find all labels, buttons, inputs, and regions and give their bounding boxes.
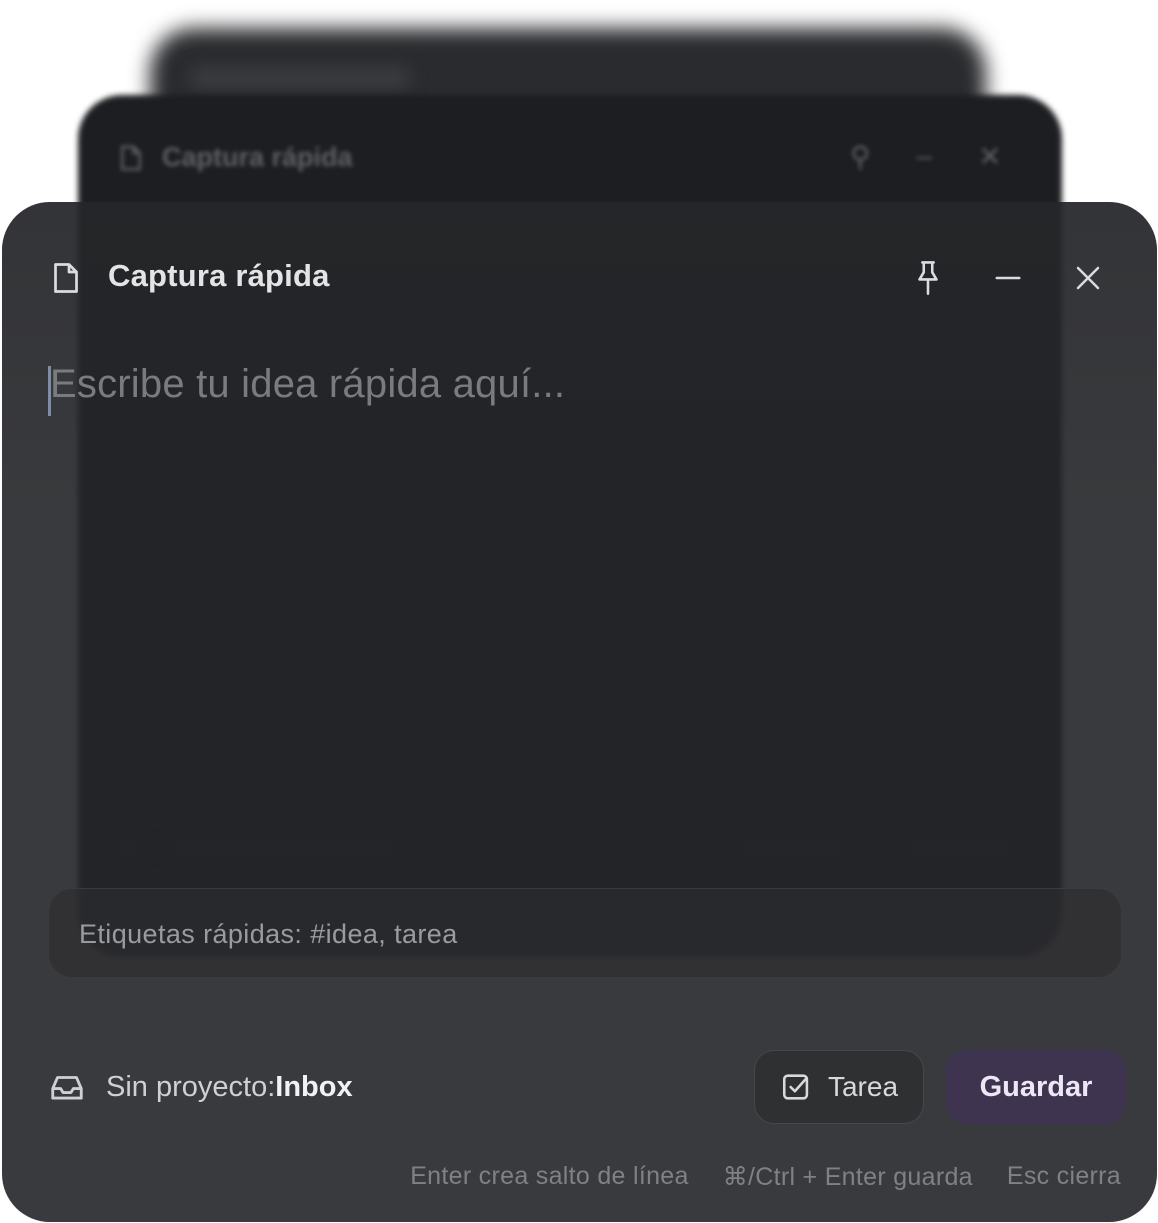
save-button-label: Guardar (979, 1070, 1093, 1103)
task-button-label: Tarea (827, 1071, 899, 1102)
background-pin-icon: ⚲ (850, 141, 871, 172)
background-minimize-icon: – (916, 140, 933, 171)
title-bar: Captura rápida (2, 202, 1157, 352)
background-window-controls: ⚲ – ✕ (850, 140, 1002, 173)
background-window-title-text: Captura rápida (162, 142, 353, 172)
project-label: Sin proyecto: (106, 1070, 276, 1103)
project-value: Inbox (275, 1070, 353, 1103)
tags-placeholder: Etiquetas rápidas: #idea, tarea (79, 919, 458, 949)
footer-divider (2, 1014, 1157, 1015)
tags-input[interactable]: Etiquetas rápidas: #idea, tarea (48, 888, 1122, 978)
background-note-icon (121, 145, 141, 170)
checkbox-icon (782, 1074, 809, 1100)
background-close-icon: ✕ (978, 141, 1002, 172)
close-button[interactable] (1064, 254, 1112, 302)
minimize-button[interactable] (984, 254, 1032, 302)
inbox-icon (51, 1076, 83, 1100)
hint-enter: Enter crea salto de línea (410, 1162, 689, 1190)
screen: Captura rápida ⚲ – ✕ Captura rápida Escr… (0, 0, 1158, 1223)
hint-ctrl-enter: ⌘/Ctrl + Enter guarda (722, 1163, 973, 1191)
note-icon (54, 263, 78, 293)
pin-icon (918, 261, 938, 295)
hint-esc: Esc cierra (1006, 1162, 1121, 1190)
close-icon (1076, 266, 1100, 290)
background-window-title: Captura rápida (116, 142, 353, 173)
task-toggle-button[interactable]: Tarea (754, 1050, 924, 1124)
background-window-back-title (190, 66, 410, 90)
keyboard-hints: Enter crea salto de línea ⌘/Ctrl + Enter… (2, 1162, 1121, 1192)
pin-button[interactable] (904, 254, 952, 302)
minimize-icon (995, 276, 1021, 280)
window-title: Captura rápida (108, 258, 330, 293)
idea-textarea[interactable]: Escribe tu idea rápida aquí... (46, 360, 1106, 860)
quick-capture-window: Captura rápida Escribe tu idea rápida aq… (2, 202, 1157, 1222)
idea-placeholder: Escribe tu idea rápida aquí... (50, 362, 566, 406)
project-selector[interactable]: Sin proyecto: Inbox (48, 1068, 353, 1106)
save-button[interactable]: Guardar (946, 1050, 1126, 1124)
